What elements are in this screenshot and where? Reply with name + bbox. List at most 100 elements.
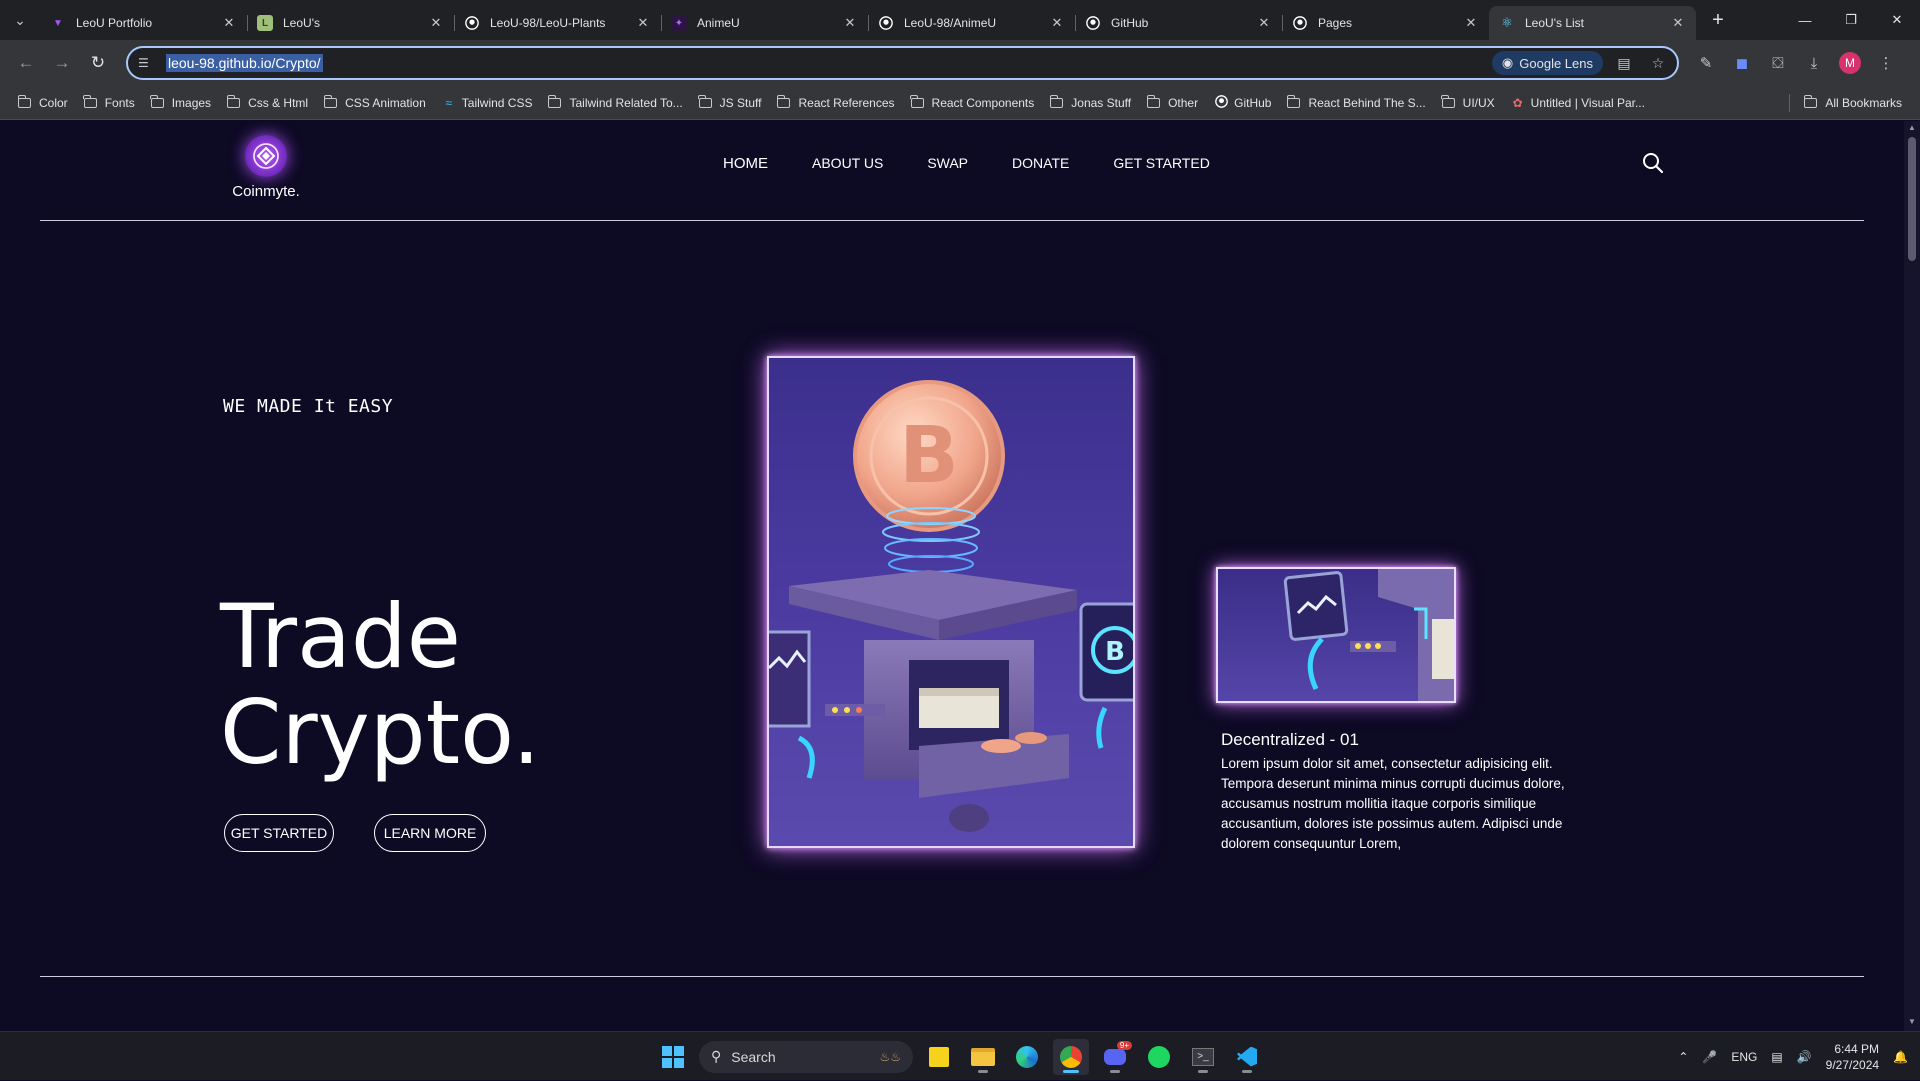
bookmark-folder[interactable]: Tailwind Related To... [540,90,690,116]
edge-icon[interactable] [1009,1039,1045,1075]
tab-search-chevron-icon[interactable]: ⌄ [0,0,40,40]
tab-close-icon[interactable]: ✕ [428,15,444,31]
terminal-icon[interactable]: >_ [1185,1039,1221,1075]
menu-kebab-icon[interactable]: ⋮ [1871,48,1901,78]
bookmark-folder[interactable]: Images [143,90,219,116]
discord-icon[interactable]: 9+ [1097,1039,1133,1075]
nav-get-started[interactable]: GET STARTED [1113,155,1209,172]
scroll-thumb[interactable] [1908,137,1916,261]
bookmark-star-icon[interactable]: ☆ [1645,50,1671,76]
page-scrollbar[interactable]: ▲ ▼ [1904,121,1920,1031]
learn-more-button[interactable]: LEARN MORE [374,814,486,852]
site-info-icon[interactable]: ☰ [138,56,158,70]
download-icon[interactable]: ⤓ [1799,48,1829,78]
tab-close-icon[interactable]: ✕ [1049,15,1065,31]
scroll-down-icon[interactable]: ▼ [1904,1017,1920,1031]
bookmarks-divider [1789,93,1791,112]
search-icon[interactable] [1642,152,1664,174]
tab-close-icon[interactable]: ✕ [842,15,858,31]
bookmark-folder[interactable]: Css & Html [219,90,316,116]
url-text[interactable]: leou-98.github.io/Crypto/ [166,54,323,72]
bookmark-link[interactable]: GitHub [1206,90,1279,116]
volume-icon[interactable]: 🔊 [1797,1050,1812,1064]
scroll-up-icon[interactable]: ▲ [1904,123,1920,137]
bookmark-folder[interactable]: JS Stuff [691,90,770,116]
headline-line-1: Trade [220,585,461,688]
chrome-icon[interactable] [1053,1038,1089,1075]
tab-close-icon[interactable]: ✕ [635,15,651,31]
reload-button[interactable]: ↻ [80,45,116,81]
notifications-bell-icon[interactable]: 🔔 [1893,1050,1908,1064]
tab-strip: ⌄ ▼ LeoU Portfolio ✕ L LeoU's ✕ LeoU-98/… [0,0,1920,40]
nav-donate[interactable]: DONATE [1012,155,1069,172]
feature-thumbnail [1216,567,1456,703]
extension-shield-icon[interactable]: ◼ [1727,48,1757,78]
bookmark-folder[interactable]: Color [10,90,76,116]
bookmark-folder[interactable]: CSS Animation [316,90,434,116]
site-logo[interactable]: Coinmyte. [230,135,302,200]
extensions-puzzle-icon[interactable]: ⛋ [1763,48,1793,78]
tab-title: Pages [1318,16,1353,30]
tab-title: LeoU-98/LeoU-Plants [490,16,606,30]
sticky-notes-icon[interactable] [921,1039,957,1075]
microphone-icon[interactable]: 🎤 [1702,1050,1717,1064]
coin-logo-icon [245,135,287,177]
back-button[interactable]: ← [8,45,44,81]
logo-text: Coinmyte. [232,183,300,200]
bookmark-label: Untitled | Visual Par... [1530,95,1645,110]
all-bookmarks-button[interactable]: All Bookmarks [1796,90,1910,116]
file-explorer-icon[interactable] [965,1039,1001,1075]
tab[interactable]: GitHub ✕ [1075,6,1282,40]
bookmark-folder[interactable]: React Behind The S... [1279,90,1433,116]
profile-avatar[interactable]: M [1835,48,1865,78]
headline-line-2: Crypto. [220,681,541,784]
bookmarks-bar: Color Fonts Images Css & Html CSS Animat… [0,86,1920,120]
address-bar[interactable]: ☰ leou-98.github.io/Crypto/ ◉ Google Len… [126,46,1679,80]
running-indicator [1242,1069,1252,1073]
tab-close-icon[interactable]: ✕ [221,15,237,31]
clock[interactable]: 6:44 PM 9/27/2024 [1826,1041,1879,1073]
forward-button[interactable]: → [44,45,80,81]
bookmark-label: React Components [931,95,1035,110]
new-tab-button[interactable]: + [1702,4,1734,36]
nav-home[interactable]: HOME [723,155,768,172]
bookmark-link[interactable]: ✿ Untitled | Visual Par... [1503,90,1653,116]
tab[interactable]: Pages ✕ [1282,6,1489,40]
bookmark-folder[interactable]: React References [769,90,902,116]
nav-swap[interactable]: SWAP [927,155,968,172]
install-app-icon[interactable]: ▤ [1611,50,1637,76]
nav-about-us[interactable]: ABOUT US [812,155,883,172]
tab[interactable]: L LeoU's ✕ [247,6,454,40]
vscode-icon[interactable] [1229,1039,1265,1075]
eyedropper-icon[interactable]: ✎ [1691,48,1721,78]
bookmark-folder[interactable]: Other [1139,90,1206,116]
network-icon[interactable]: ▤ [1771,1050,1782,1064]
tab[interactable]: ▼ LeoU Portfolio ✕ [40,6,247,40]
page-viewport: Coinmyte. HOME ABOUT US SWAP DONATE GET … [0,121,1904,1031]
minimize-button[interactable]: — [1782,0,1828,40]
bookmark-folder[interactable]: UI/UX [1434,90,1503,116]
tab-active[interactable]: ⚛ LeoU's List ✕ [1489,6,1696,40]
tab-close-icon[interactable]: ✕ [1463,15,1479,31]
bookmark-link[interactable]: ≈ Tailwind CSS [434,90,541,116]
taskbar-search-box[interactable]: ⚲ Search ♨♨ [699,1040,913,1073]
spotify-icon[interactable] [1141,1039,1177,1075]
tab[interactable]: LeoU-98/AnimeU ✕ [868,6,1075,40]
language-indicator[interactable]: ENG [1731,1050,1757,1064]
bookmark-folder[interactable]: Jonas Stuff [1042,90,1139,116]
feature-body: Lorem ipsum dolor sit amet, consectetur … [1221,756,1565,851]
windows-start-icon[interactable] [655,1039,691,1075]
google-lens-button[interactable]: ◉ Google Lens [1491,51,1603,75]
tab[interactable]: ✦ AnimeU ✕ [661,6,868,40]
tab-close-icon[interactable]: ✕ [1256,15,1272,31]
close-window-button[interactable]: ✕ [1874,0,1920,40]
bookmark-folder[interactable]: React Components [903,90,1043,116]
bookmark-folder[interactable]: Fonts [76,90,143,116]
tray-chevron-icon[interactable]: ⌃ [1678,1050,1688,1064]
tab-close-icon[interactable]: ✕ [1670,15,1686,31]
lens-icon: ◉ [1501,55,1514,70]
get-started-button[interactable]: GET STARTED [224,814,334,852]
folder-icon [1049,94,1064,108]
restore-button[interactable]: ❐ [1828,0,1874,40]
tab[interactable]: LeoU-98/LeoU-Plants ✕ [454,6,661,40]
